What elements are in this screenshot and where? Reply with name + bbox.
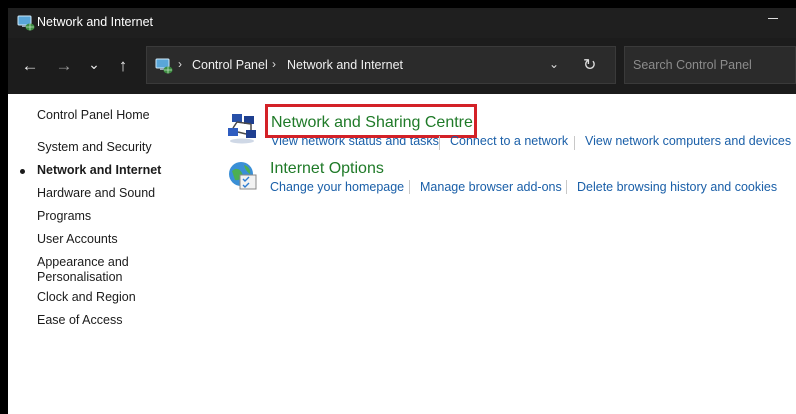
search-input[interactable] (625, 47, 795, 83)
minimize-icon (768, 18, 778, 19)
arrow-left-icon: ← (21, 56, 39, 75)
chevron-down-icon: ⌄ (88, 55, 100, 72)
network-internet-app-icon (17, 15, 35, 31)
address-dropdown-icon[interactable]: ⌄ (549, 57, 559, 71)
forward-button[interactable]: → (51, 53, 77, 79)
link-separator (409, 180, 410, 194)
internet-options-icon (229, 162, 257, 190)
delete-browsing-history-link[interactable]: Delete browsing history and cookies (577, 180, 777, 194)
link-separator (566, 180, 567, 194)
link-separator (574, 136, 575, 150)
back-button[interactable]: ← (17, 53, 43, 79)
sidebar-item-network-and-internet: Network and Internet (37, 163, 162, 177)
window-title: Network and Internet (37, 15, 154, 29)
sidebar-item-control-panel-home[interactable]: Control Panel Home (37, 108, 187, 123)
arrow-up-icon: ↑ (118, 56, 128, 75)
view-network-computers-link[interactable]: View network computers and devices (585, 134, 791, 148)
search-box[interactable] (624, 46, 796, 84)
arrow-right-icon: → (55, 56, 73, 75)
internet-options-link[interactable]: Internet Options (270, 160, 384, 178)
breadcrumb-separator-icon[interactable]: › (178, 57, 182, 71)
network-and-sharing-centre-link[interactable]: Network and Sharing Centre (271, 114, 473, 132)
sidebar-item-user-accounts[interactable]: User Accounts (37, 232, 187, 247)
recent-locations-button[interactable]: ⌄ (81, 51, 107, 77)
breadcrumb-separator-icon[interactable]: › (272, 57, 276, 71)
navigation-bar: ← → ⌄ ↑ › Control Panel › Network and In… (8, 38, 796, 94)
minimize-button[interactable] (750, 8, 796, 38)
current-item-bullet-icon (20, 169, 25, 174)
sidebar-item-system-and-security[interactable]: System and Security (37, 140, 187, 155)
sidebar-item-programs[interactable]: Programs (37, 209, 187, 224)
control-panel-icon (155, 58, 173, 74)
address-bar[interactable]: › Control Panel › Network and Internet ⌄… (146, 46, 616, 84)
breadcrumb-network-and-internet[interactable]: Network and Internet (287, 58, 403, 72)
breadcrumb-control-panel[interactable]: Control Panel (192, 58, 268, 72)
sidebar-item-hardware-and-sound[interactable]: Hardware and Sound (37, 186, 187, 201)
sidebar: Control Panel Home System and Security N… (8, 94, 208, 414)
sidebar-item-clock-and-region[interactable]: Clock and Region (37, 290, 187, 305)
sidebar-item-ease-of-access[interactable]: Ease of Access (37, 313, 187, 328)
manage-browser-add-ons-link[interactable]: Manage browser add-ons (420, 180, 562, 194)
control-panel-window: Network and Internet ← → ⌄ ↑ › Control P… (8, 8, 796, 414)
change-homepage-link[interactable]: Change your homepage (270, 180, 404, 194)
title-bar: Network and Internet (8, 8, 796, 38)
refresh-icon[interactable]: ↻ (583, 55, 596, 75)
up-button[interactable]: ↑ (110, 53, 136, 79)
link-separator (439, 136, 440, 150)
connect-to-network-link[interactable]: Connect to a network (450, 134, 568, 148)
network-sharing-icon (228, 114, 256, 144)
sidebar-item-appearance-and-personalisation[interactable]: Appearance and Personalisation (37, 255, 142, 285)
